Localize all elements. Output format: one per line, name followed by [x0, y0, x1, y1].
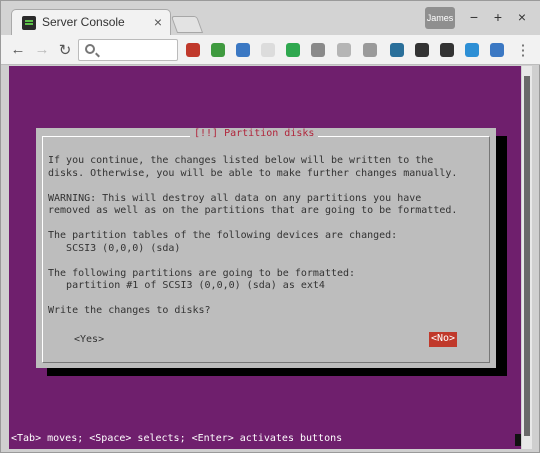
tab-title: Server Console: [42, 15, 125, 29]
dialog-title: [!!] Partition disks: [190, 128, 319, 141]
dialog-line: WARNING: This will destroy all data on a…: [48, 192, 422, 204]
partition-dialog: [!!] Partition disks If you continue, th…: [36, 128, 496, 368]
cloud-badge-icon[interactable]: [390, 43, 404, 57]
console-viewport[interactable]: [!!] Partition disks If you continue, th…: [9, 66, 521, 449]
document-icon[interactable]: [337, 43, 351, 57]
browser-window: Server Console × James − + × ← → ↻ ⋮ [!!…: [0, 0, 540, 453]
archive-icon[interactable]: [440, 43, 454, 57]
camera-icon[interactable]: [415, 43, 429, 57]
profile-button[interactable]: James: [425, 7, 455, 29]
browser-menu-icon[interactable]: ⋮: [514, 41, 532, 59]
layers-icon[interactable]: [236, 43, 250, 57]
s-logo-icon[interactable]: [465, 43, 479, 57]
dialog-line: If you continue, the changes listed belo…: [48, 155, 434, 166]
dialog-line: [48, 180, 457, 193]
dialog-line: [48, 218, 457, 231]
tab-server-console[interactable]: Server Console ×: [11, 9, 171, 35]
browser-toolbar: ← → ↻ ⋮: [1, 35, 540, 65]
omnibox-input[interactable]: [99, 42, 175, 58]
plane-icon[interactable]: [490, 43, 504, 57]
omnibox[interactable]: [78, 39, 178, 61]
close-window-button[interactable]: ×: [513, 9, 531, 25]
minimize-button[interactable]: −: [465, 9, 483, 25]
reload-button[interactable]: ↻: [56, 41, 74, 59]
no-button[interactable]: <No>: [429, 332, 458, 347]
console-cursor: [515, 434, 521, 446]
dialog-message: If you continue, the changes listed belo…: [48, 155, 457, 318]
dialog-line: [48, 293, 457, 306]
tab-strip: Server Console × James − + ×: [1, 1, 540, 35]
page-scrollbar[interactable]: [522, 66, 532, 449]
dialog-line: The partition tables of the following de…: [48, 230, 398, 241]
new-tab-button[interactable]: [170, 16, 204, 33]
maximize-button[interactable]: +: [489, 9, 507, 25]
extension-green-icon[interactable]: [211, 43, 225, 57]
forward-button[interactable]: →: [33, 41, 51, 58]
dialog-line: disks. Otherwise, you will be able to ma…: [48, 167, 458, 179]
clock-icon[interactable]: [311, 43, 325, 57]
help-status-line: <Tab> moves; <Space> selects; <Enter> ac…: [11, 433, 343, 444]
ublock-icon[interactable]: [186, 43, 200, 57]
tab-close-icon[interactable]: ×: [154, 14, 162, 30]
dialog-line: removed as well as on the partitions tha…: [48, 205, 458, 216]
checkmark-icon[interactable]: [286, 43, 300, 57]
dialog-line: Write the changes to disks?: [48, 305, 211, 316]
yes-button[interactable]: <Yes>: [74, 334, 104, 347]
back-button[interactable]: ←: [9, 41, 27, 58]
search-icon: [85, 44, 95, 54]
dialog-line: SCSI3 (0,0,0) (sda): [48, 242, 181, 254]
bookmark-icon[interactable]: [363, 43, 377, 57]
dialog-line: The following partitions are going to be…: [48, 267, 356, 279]
scrollbar-thumb[interactable]: [524, 76, 530, 436]
terminal-favicon-icon: [22, 16, 36, 30]
faded-extension-icon[interactable]: [261, 43, 275, 57]
dialog-line: partition #1 of SCSI3 (0,0,0) (sda) as e…: [48, 280, 325, 291]
dialog-line: [48, 255, 457, 268]
